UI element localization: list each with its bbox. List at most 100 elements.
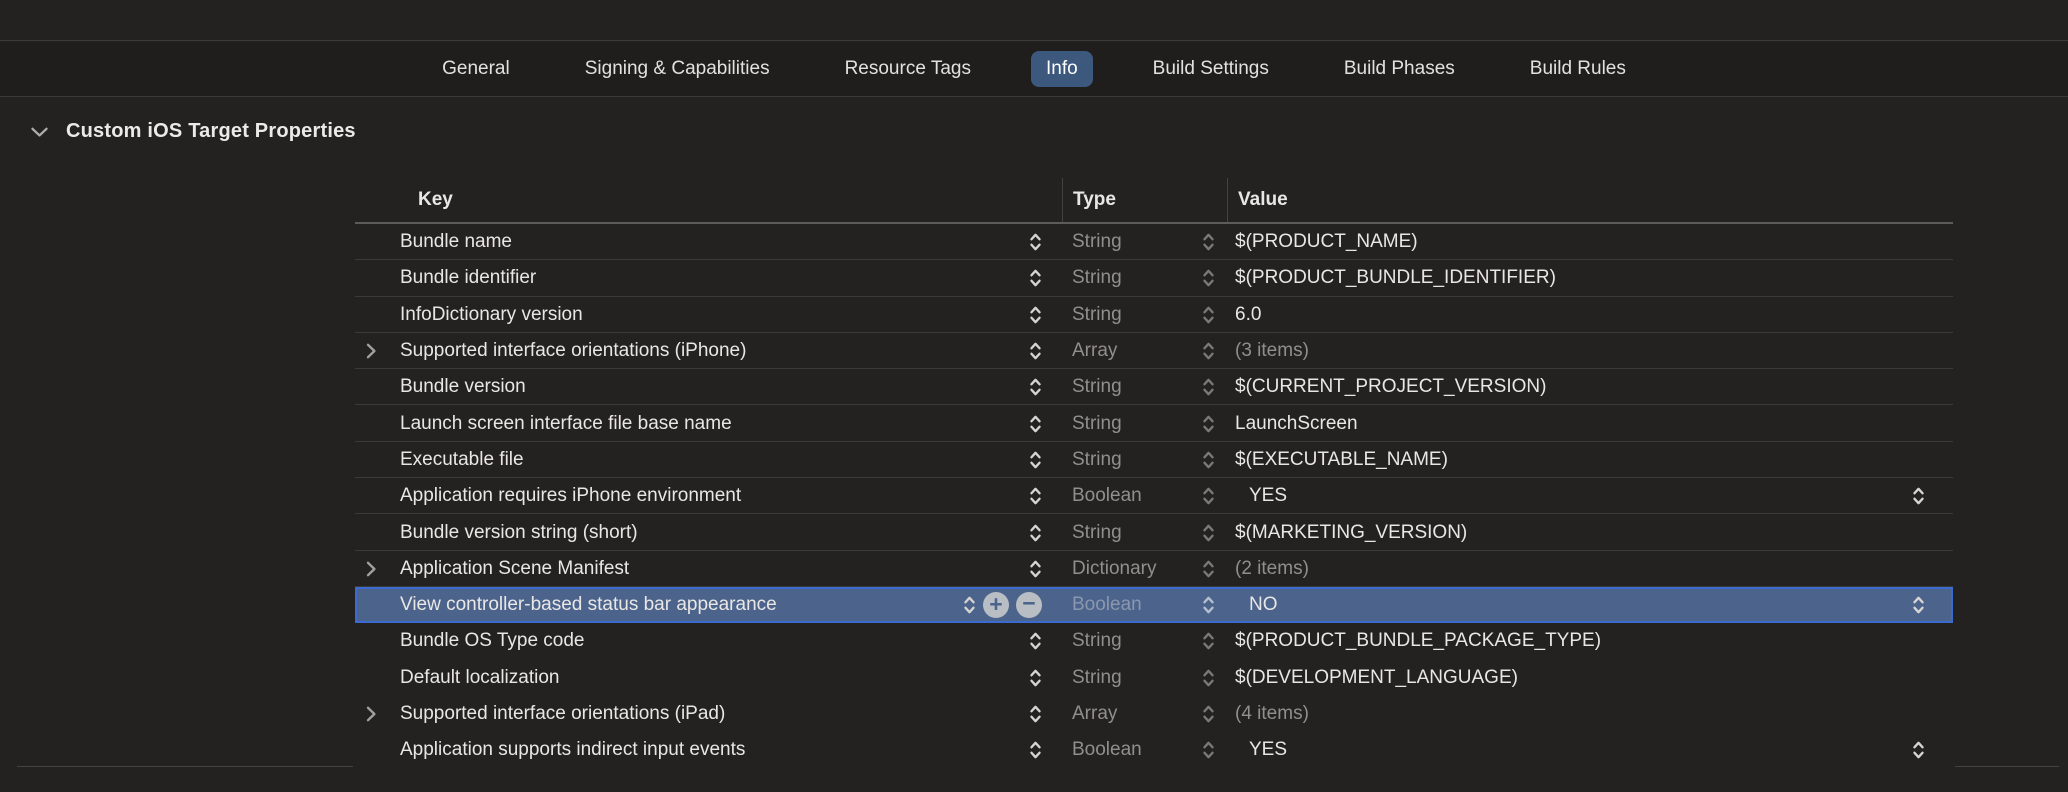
key-stepper-icon[interactable] xyxy=(1029,267,1042,289)
plist-key-label[interactable]: Supported interface orientations (iPad) xyxy=(400,703,725,725)
tab-info[interactable]: Info xyxy=(1031,51,1093,87)
plist-type-label[interactable]: Dictionary xyxy=(1072,558,1156,580)
type-stepper-icon[interactable] xyxy=(1202,522,1215,544)
key-stepper-icon[interactable] xyxy=(1029,558,1042,580)
plist-key-label[interactable]: Application Scene Manifest xyxy=(400,558,629,580)
type-stepper-icon[interactable] xyxy=(1202,485,1215,507)
key-stepper-icon[interactable] xyxy=(1029,304,1042,326)
plist-row[interactable]: Application Scene Manifest Dictionary (2 i… xyxy=(355,551,1953,587)
type-stepper-icon[interactable] xyxy=(1202,413,1215,435)
plist-key-label[interactable]: Application supports indirect input even… xyxy=(400,739,745,761)
plist-type-label[interactable]: String xyxy=(1072,376,1122,398)
key-stepper-icon[interactable] xyxy=(963,594,976,616)
tab-resource-tags[interactable]: Resource Tags xyxy=(830,51,986,87)
plist-type-label[interactable]: String xyxy=(1072,667,1122,689)
plist-type-label[interactable]: String xyxy=(1072,449,1122,471)
key-stepper-icon[interactable] xyxy=(1029,413,1042,435)
plist-key-label[interactable]: Bundle identifier xyxy=(400,267,536,289)
type-stepper-icon[interactable] xyxy=(1202,340,1215,362)
plist-row[interactable]: Bundle version string (short) String $(MAR… xyxy=(355,514,1953,550)
type-stepper-icon[interactable] xyxy=(1202,231,1215,253)
plist-row[interactable]: Bundle version String $(CURRENT_PROJECT_VE… xyxy=(355,369,1953,405)
plist-value-label[interactable]: $(PRODUCT_BUNDLE_PACKAGE_TYPE) xyxy=(1235,630,1601,652)
type-stepper-icon[interactable] xyxy=(1202,703,1215,725)
plist-type-label[interactable]: String xyxy=(1072,522,1122,544)
tab-signing-capabilities[interactable]: Signing & Capabilities xyxy=(570,51,785,87)
chevron-down-icon[interactable] xyxy=(30,126,49,138)
plist-row[interactable]: Launch screen interface file base name St… xyxy=(355,405,1953,441)
plist-value-label[interactable]: LaunchScreen xyxy=(1235,413,1358,435)
type-stepper-icon[interactable] xyxy=(1202,449,1215,471)
key-stepper-icon[interactable] xyxy=(1029,376,1042,398)
tab-general[interactable]: General xyxy=(427,51,525,87)
type-stepper-icon[interactable] xyxy=(1202,267,1215,289)
plist-value-label[interactable]: (4 items) xyxy=(1235,703,1309,725)
tab-build-rules[interactable]: Build Rules xyxy=(1515,51,1641,87)
chevron-right-icon[interactable] xyxy=(365,342,377,360)
chevron-right-icon[interactable] xyxy=(365,560,377,578)
plist-row[interactable]: Default localization String $(DEVELOPMENT_… xyxy=(355,660,1953,696)
plist-key-label[interactable]: Bundle name xyxy=(400,231,512,253)
key-stepper-icon[interactable] xyxy=(1029,739,1042,761)
plist-key-label[interactable]: InfoDictionary version xyxy=(400,304,583,326)
plist-value-label[interactable]: $(PRODUCT_BUNDLE_IDENTIFIER) xyxy=(1235,267,1556,289)
value-popup-icon[interactable] xyxy=(1912,594,1925,616)
plist-type-label[interactable]: String xyxy=(1072,304,1122,326)
plist-type-label[interactable]: Boolean xyxy=(1072,739,1142,761)
plist-value-label[interactable]: $(DEVELOPMENT_LANGUAGE) xyxy=(1235,667,1518,689)
plist-type-label[interactable]: String xyxy=(1072,630,1122,652)
plist-row[interactable]: Supported interface orientations (iPhone… xyxy=(355,333,1953,369)
type-stepper-icon[interactable] xyxy=(1202,304,1215,326)
plist-type-label[interactable]: Array xyxy=(1072,703,1117,725)
plist-key-label[interactable]: Bundle OS Type code xyxy=(400,630,585,652)
key-stepper-icon[interactable] xyxy=(1029,340,1042,362)
plist-key-label[interactable]: Bundle version xyxy=(400,376,526,398)
plist-key-label[interactable]: Application requires iPhone environment xyxy=(400,485,741,507)
key-stepper-icon[interactable] xyxy=(1029,667,1042,689)
plist-type-label[interactable]: Boolean xyxy=(1072,594,1142,616)
plist-row[interactable]: Executable file String $(EXECUTABLE_NAME) xyxy=(355,442,1953,478)
plist-row[interactable]: InfoDictionary version String 6.0 xyxy=(355,297,1953,333)
key-stepper-icon[interactable] xyxy=(1029,703,1042,725)
tab-build-settings[interactable]: Build Settings xyxy=(1138,51,1284,87)
type-stepper-icon[interactable] xyxy=(1202,376,1215,398)
chevron-right-icon[interactable] xyxy=(365,705,377,723)
value-popup-icon[interactable] xyxy=(1912,485,1925,507)
plist-key-label[interactable]: Executable file xyxy=(400,449,524,471)
plist-key-label[interactable]: Launch screen interface file base name xyxy=(400,413,732,435)
plist-row[interactable]: Supported interface orientations (iPad) A… xyxy=(355,696,1953,732)
plist-value-label[interactable]: $(PRODUCT_NAME) xyxy=(1235,231,1418,253)
plist-row[interactable]: Bundle identifier String $(PRODUCT_BUNDLE_… xyxy=(355,260,1953,296)
remove-row-button[interactable]: − xyxy=(1016,592,1042,618)
plist-value-label[interactable]: YES xyxy=(1235,485,1287,507)
plist-value-label[interactable]: (3 items) xyxy=(1235,340,1309,362)
plist-row[interactable]: View controller-based status bar appeara… xyxy=(355,587,1953,623)
key-stepper-icon[interactable] xyxy=(1029,630,1042,652)
plist-row[interactable]: Bundle name String $(PRODUCT_NAME) xyxy=(355,224,1953,260)
plist-type-label[interactable]: String xyxy=(1072,413,1122,435)
plist-key-label[interactable]: View controller-based status bar appeara… xyxy=(400,594,777,616)
plist-row[interactable]: Application supports indirect input even… xyxy=(355,732,1953,768)
type-stepper-icon[interactable] xyxy=(1202,558,1215,580)
plist-row[interactable]: Application requires iPhone environment B… xyxy=(355,478,1953,514)
plist-value-label[interactable]: $(EXECUTABLE_NAME) xyxy=(1235,449,1448,471)
plist-key-label[interactable]: Default localization xyxy=(400,667,559,689)
plist-value-label[interactable]: NO xyxy=(1235,594,1278,616)
key-stepper-icon[interactable] xyxy=(1029,231,1042,253)
value-popup-icon[interactable] xyxy=(1912,739,1925,761)
plist-value-label[interactable]: YES xyxy=(1235,739,1287,761)
plist-value-label[interactable]: $(MARKETING_VERSION) xyxy=(1235,522,1467,544)
plist-value-label[interactable]: 6.0 xyxy=(1235,304,1261,326)
plist-type-label[interactable]: Array xyxy=(1072,340,1117,362)
plist-value-label[interactable]: (2 items) xyxy=(1235,558,1309,580)
plist-type-label[interactable]: String xyxy=(1072,267,1122,289)
plist-value-label[interactable]: $(CURRENT_PROJECT_VERSION) xyxy=(1235,376,1546,398)
plist-key-label[interactable]: Supported interface orientations (iPhone… xyxy=(400,340,746,362)
plist-key-label[interactable]: Bundle version string (short) xyxy=(400,522,638,544)
type-stepper-icon[interactable] xyxy=(1202,667,1215,689)
plist-type-label[interactable]: String xyxy=(1072,231,1122,253)
type-stepper-icon[interactable] xyxy=(1202,630,1215,652)
plist-row[interactable]: Bundle OS Type code String $(PRODUCT_BUNDL… xyxy=(355,623,1953,659)
plist-type-label[interactable]: Boolean xyxy=(1072,485,1142,507)
key-stepper-icon[interactable] xyxy=(1029,485,1042,507)
